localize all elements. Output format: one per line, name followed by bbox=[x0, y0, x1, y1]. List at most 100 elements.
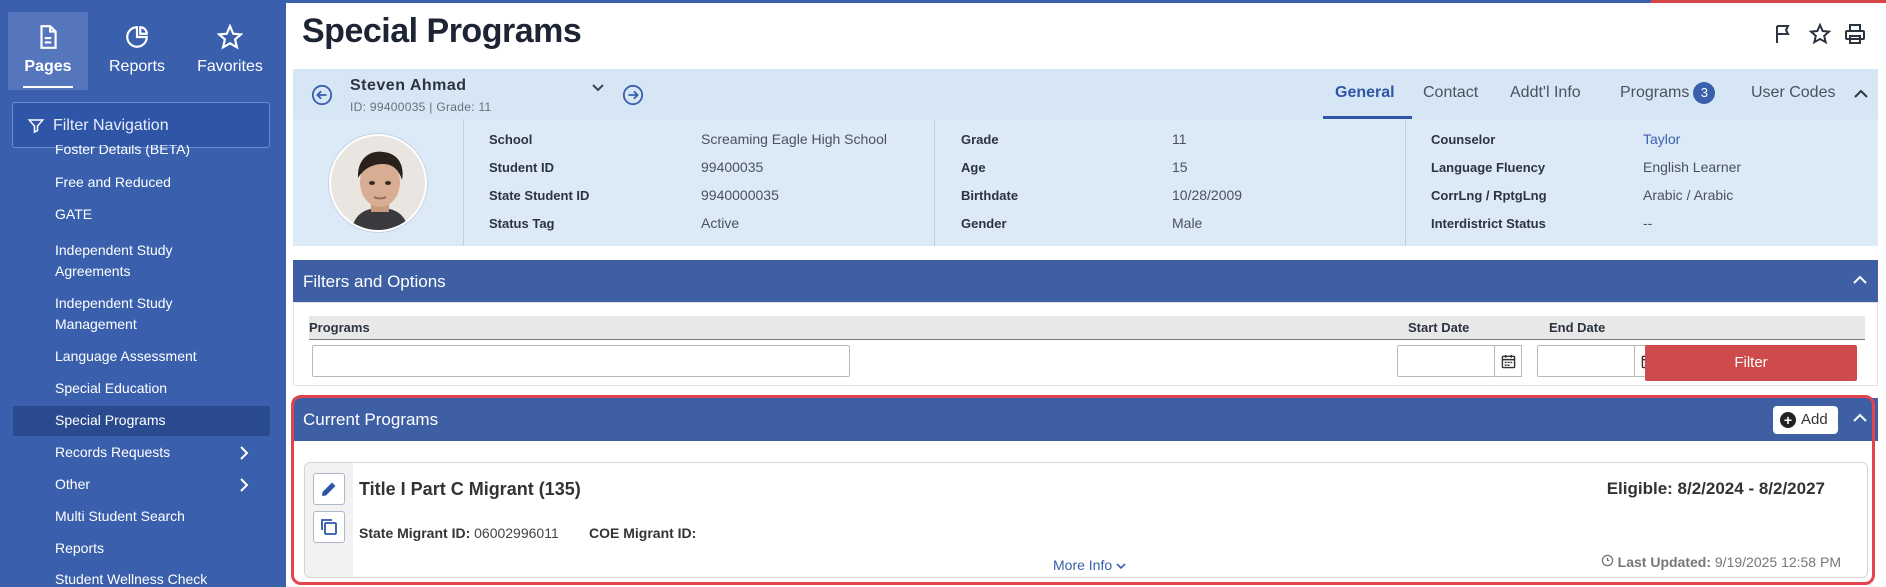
filter-navigation-placeholder: Filter Navigation bbox=[53, 117, 169, 134]
chevron-up-icon[interactable] bbox=[1852, 273, 1868, 285]
language-fluency-label: Language Fluency bbox=[1431, 160, 1546, 175]
tab-pages-label: Pages bbox=[24, 58, 72, 75]
student-id-value: 99400035 bbox=[701, 159, 764, 175]
sidebar-item-student-wellness-check[interactable]: Student Wellness Check bbox=[13, 569, 270, 587]
filters-header-row: Programs Start Date End Date bbox=[309, 316, 1865, 340]
interdistrict-status-label: Interdistrict Status bbox=[1431, 216, 1546, 231]
top-accent-bar bbox=[286, 0, 1886, 3]
grade-value: 11 bbox=[1172, 131, 1187, 147]
sidebar-item-label: Records Requests bbox=[55, 444, 171, 460]
info-divider bbox=[934, 119, 935, 246]
end-date-label: End Date bbox=[1549, 320, 1606, 335]
sidebar-item-special-education[interactable]: Special Education bbox=[13, 378, 270, 399]
programs-input[interactable] bbox=[312, 345, 850, 377]
top-accent-red bbox=[1651, 0, 1886, 3]
sidebar-item-label: Special Programs bbox=[55, 412, 166, 428]
counselor-link[interactable]: Taylor bbox=[1643, 131, 1680, 147]
filter-button[interactable]: Filter bbox=[1645, 345, 1857, 381]
programs-column-label: Programs bbox=[309, 320, 370, 335]
sidebar-item-other[interactable]: Other bbox=[13, 474, 270, 495]
age-label: Age bbox=[961, 160, 986, 175]
sidebar-item-free-reduced[interactable]: Free and Reduced bbox=[13, 172, 270, 193]
chevron-down-icon[interactable] bbox=[591, 83, 605, 93]
pie-chart-icon bbox=[126, 26, 148, 48]
student-photo-image bbox=[331, 136, 425, 230]
student-banner: Steven Ahmad ID: 99400035 | Grade: 11 Ge… bbox=[293, 69, 1878, 246]
star-icon bbox=[217, 24, 243, 50]
sidebar-item-label: Reports bbox=[55, 540, 105, 556]
state-student-id-value: 9940000035 bbox=[701, 187, 779, 203]
flag-icon[interactable] bbox=[1772, 22, 1796, 46]
sidebar-item-label: Free and Reduced bbox=[55, 174, 171, 190]
tab-addl-info[interactable]: Addt'l Info bbox=[1510, 84, 1581, 102]
tab-programs[interactable]: Programs 3 bbox=[1620, 82, 1716, 104]
counselor-label: Counselor bbox=[1431, 132, 1496, 147]
grade-label: Grade bbox=[961, 132, 999, 147]
start-date-picker[interactable] bbox=[1494, 345, 1522, 377]
chevron-right-icon bbox=[240, 478, 249, 492]
state-student-id-label: State Student ID bbox=[489, 188, 590, 203]
calendar-icon bbox=[1501, 354, 1516, 369]
filters-panel-title: Filters and Options bbox=[303, 272, 446, 291]
student-id-grade: ID: 99400035 | Grade: 11 bbox=[350, 100, 492, 114]
status-tag-label: Status Tag bbox=[489, 216, 555, 231]
sidebar-item-label: Independent Study Agreements bbox=[55, 242, 173, 279]
sidebar-item-multi-student-search[interactable]: Multi Student Search bbox=[13, 506, 270, 527]
sidebar-item-label: GATE bbox=[55, 206, 93, 222]
sidebar-item-foster-details[interactable]: Foster Details (BETA) bbox=[13, 145, 270, 159]
chevron-up-icon[interactable] bbox=[1853, 87, 1869, 99]
language-fluency-value: English Learner bbox=[1643, 159, 1742, 175]
age-value: 15 bbox=[1172, 159, 1188, 175]
tab-pages[interactable]: Pages bbox=[8, 12, 88, 90]
sidebar-item-records-requests[interactable]: Records Requests bbox=[13, 442, 270, 463]
sidebar-item-language-assessment[interactable]: Language Assessment bbox=[13, 346, 270, 367]
tab-favorites[interactable]: Favorites bbox=[190, 12, 270, 90]
filter-icon bbox=[27, 119, 45, 134]
start-date-input[interactable] bbox=[1397, 345, 1495, 377]
info-divider bbox=[463, 119, 464, 246]
page-title: Special Programs bbox=[302, 12, 582, 50]
student-banner-header: Steven Ahmad ID: 99400035 | Grade: 11 Ge… bbox=[293, 69, 1878, 119]
filter-navigation-input[interactable]: Filter Navigation bbox=[12, 102, 270, 148]
sidebar-item-label: Other bbox=[55, 476, 91, 492]
start-date-label: Start Date bbox=[1408, 320, 1470, 335]
sidebar-item-gate[interactable]: GATE bbox=[13, 204, 270, 225]
document-icon bbox=[40, 25, 57, 49]
tab-contact[interactable]: Contact bbox=[1423, 84, 1478, 102]
sidebar-item-special-programs[interactable]: Special Programs bbox=[13, 406, 270, 436]
sidebar: Pages Reports Favorites Filter Navigatio… bbox=[0, 0, 286, 587]
current-programs-highlight bbox=[291, 395, 1875, 585]
sidebar-item-label: Special Education bbox=[55, 380, 168, 396]
school-value: Screaming Eagle High School bbox=[701, 131, 887, 147]
chevron-right-icon bbox=[240, 446, 249, 460]
sidebar-item-reports[interactable]: Reports bbox=[13, 538, 270, 559]
filters-panel-body: Programs Start Date End Date Filter bbox=[293, 302, 1878, 386]
school-label: School bbox=[489, 132, 533, 147]
status-tag-value: Active bbox=[701, 215, 740, 231]
sidebar-item-independent-study-management[interactable]: Independent Study Management bbox=[13, 293, 213, 335]
sidebar-item-label: Independent Study Management bbox=[55, 295, 173, 332]
filters-panel-header[interactable]: Filters and Options bbox=[293, 260, 1878, 302]
info-divider bbox=[1405, 119, 1406, 246]
active-tab-underline bbox=[1323, 116, 1412, 119]
active-tab-indicator bbox=[23, 86, 73, 88]
tab-programs-label: Programs bbox=[1620, 84, 1690, 102]
corrlng-label: CorrLng / RptgLng bbox=[1431, 188, 1547, 203]
sidebar-item-label: Language Assessment bbox=[55, 348, 197, 364]
interdistrict-status-value: -- bbox=[1643, 215, 1653, 231]
student-id-label: Student ID bbox=[489, 160, 554, 175]
star-icon[interactable] bbox=[1808, 22, 1832, 46]
student-photo bbox=[329, 134, 427, 232]
tab-favorites-label: Favorites bbox=[197, 58, 263, 75]
end-date-input[interactable] bbox=[1537, 345, 1635, 377]
sidebar-tabs: Pages Reports Favorites bbox=[0, 0, 286, 96]
tab-user-codes[interactable]: User Codes bbox=[1751, 84, 1835, 102]
print-icon[interactable] bbox=[1843, 22, 1867, 46]
next-student-icon[interactable] bbox=[622, 84, 644, 106]
previous-student-icon[interactable] bbox=[311, 84, 333, 106]
programs-count-badge: 3 bbox=[1693, 82, 1716, 104]
sidebar-item-independent-study-agreements[interactable]: Independent Study Agreements bbox=[13, 240, 213, 282]
sidebar-item-label: Foster Details (BETA) bbox=[55, 145, 191, 157]
tab-reports[interactable]: Reports bbox=[97, 12, 177, 90]
tab-general[interactable]: General bbox=[1335, 84, 1395, 102]
